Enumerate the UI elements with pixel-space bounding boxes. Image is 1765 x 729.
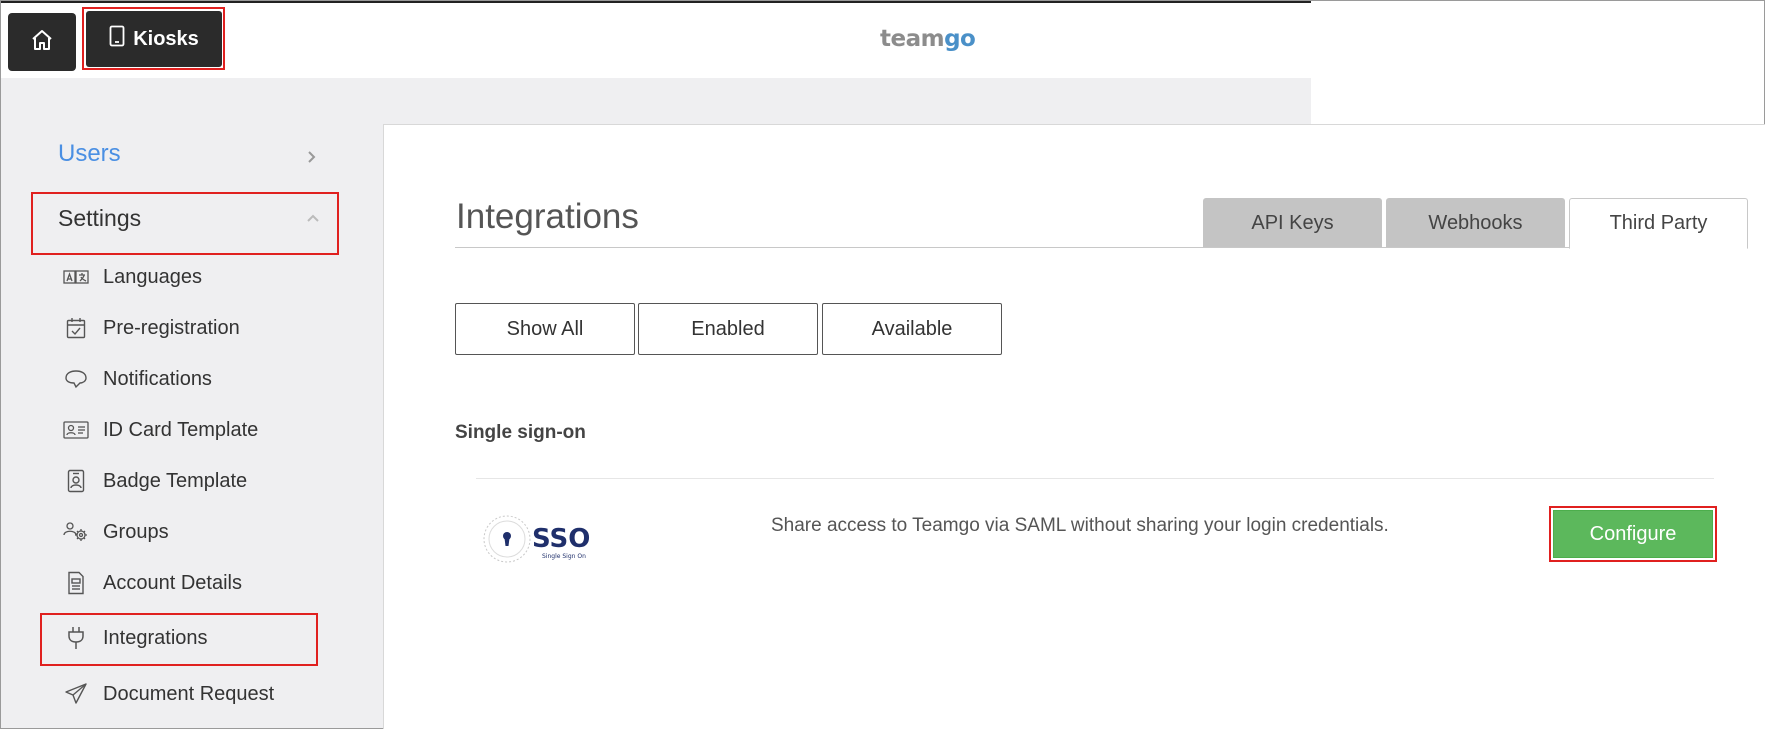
sidebar-item-label: Languages [103,265,202,288]
sidebar-item-languages[interactable]: Languages [63,262,202,292]
sidebar-item-label: Account Details [103,571,242,594]
kiosks-label: Kiosks [133,27,199,50]
calendar-check-icon [63,315,89,341]
groups-gear-icon [63,519,89,545]
sidebar-item-label: Notifications [103,367,212,390]
tab-api-keys[interactable]: API Keys [1203,198,1382,248]
sidebar-item-label: Document Request [103,682,275,705]
sso-logo-text: SSO [532,524,590,554]
page-title: Integrations [456,197,639,236]
teamgo-logo: teamgo [880,26,976,52]
section-title: Single sign-on [455,422,586,443]
filter-enabled-button[interactable]: Enabled [638,303,818,355]
badge-icon [63,468,89,494]
sidebar-item-label: Badge Template [103,469,248,492]
sidebar-item-badge-template[interactable]: Badge Template [63,466,247,496]
sidebar-item-notifications[interactable]: Notifications [63,364,212,394]
sso-description: Share access to Teamgo via SAML without … [771,515,1389,536]
home-button[interactable] [8,13,76,71]
id-card-icon [63,417,89,443]
tab-third-party[interactable]: Third Party [1569,198,1748,249]
home-icon [30,28,54,57]
sidebar-item-document-request[interactable]: Document Request [63,679,274,709]
sidebar-item-account-details[interactable]: Account Details [63,568,242,598]
tab-webhooks[interactable]: Webhooks [1386,198,1565,248]
title-divider [455,247,1748,248]
tablet-icon [109,25,125,53]
megaphone-icon [63,366,89,392]
sidebar-item-integrations[interactable]: Integrations [63,623,208,653]
sso-logo: SSO Single Sign On [482,513,597,565]
sidebar-item-label: Integrations [103,626,208,649]
sidebar-item-label: ID Card Template [103,418,259,441]
send-icon [63,681,89,707]
sidebar-item-label: Pre-registration [103,316,240,339]
account-details-icon [63,570,89,596]
filter-available-button[interactable]: Available [822,303,1002,355]
sidebar-item-pre-registration[interactable]: Pre-registration [63,313,240,343]
plug-icon [63,625,89,651]
sidebar-item-users[interactable]: Users [58,140,121,168]
section-divider [476,478,1714,479]
filter-show-all-button[interactable]: Show All [455,303,635,355]
kiosks-button[interactable]: Kiosks [86,11,222,67]
configure-button[interactable]: Configure [1553,510,1713,558]
chevron-up-icon [306,210,320,228]
sidebar-item-id-card-template[interactable]: ID Card Template [63,415,258,445]
sidebar-item-label: Groups [103,520,169,543]
languages-icon [63,264,89,290]
chevron-right-icon [306,148,316,169]
sso-logo-subtext: Single Sign On [542,553,586,560]
sidebar-item-groups[interactable]: Groups [63,517,169,547]
sidebar-item-settings[interactable]: Settings [58,205,141,232]
